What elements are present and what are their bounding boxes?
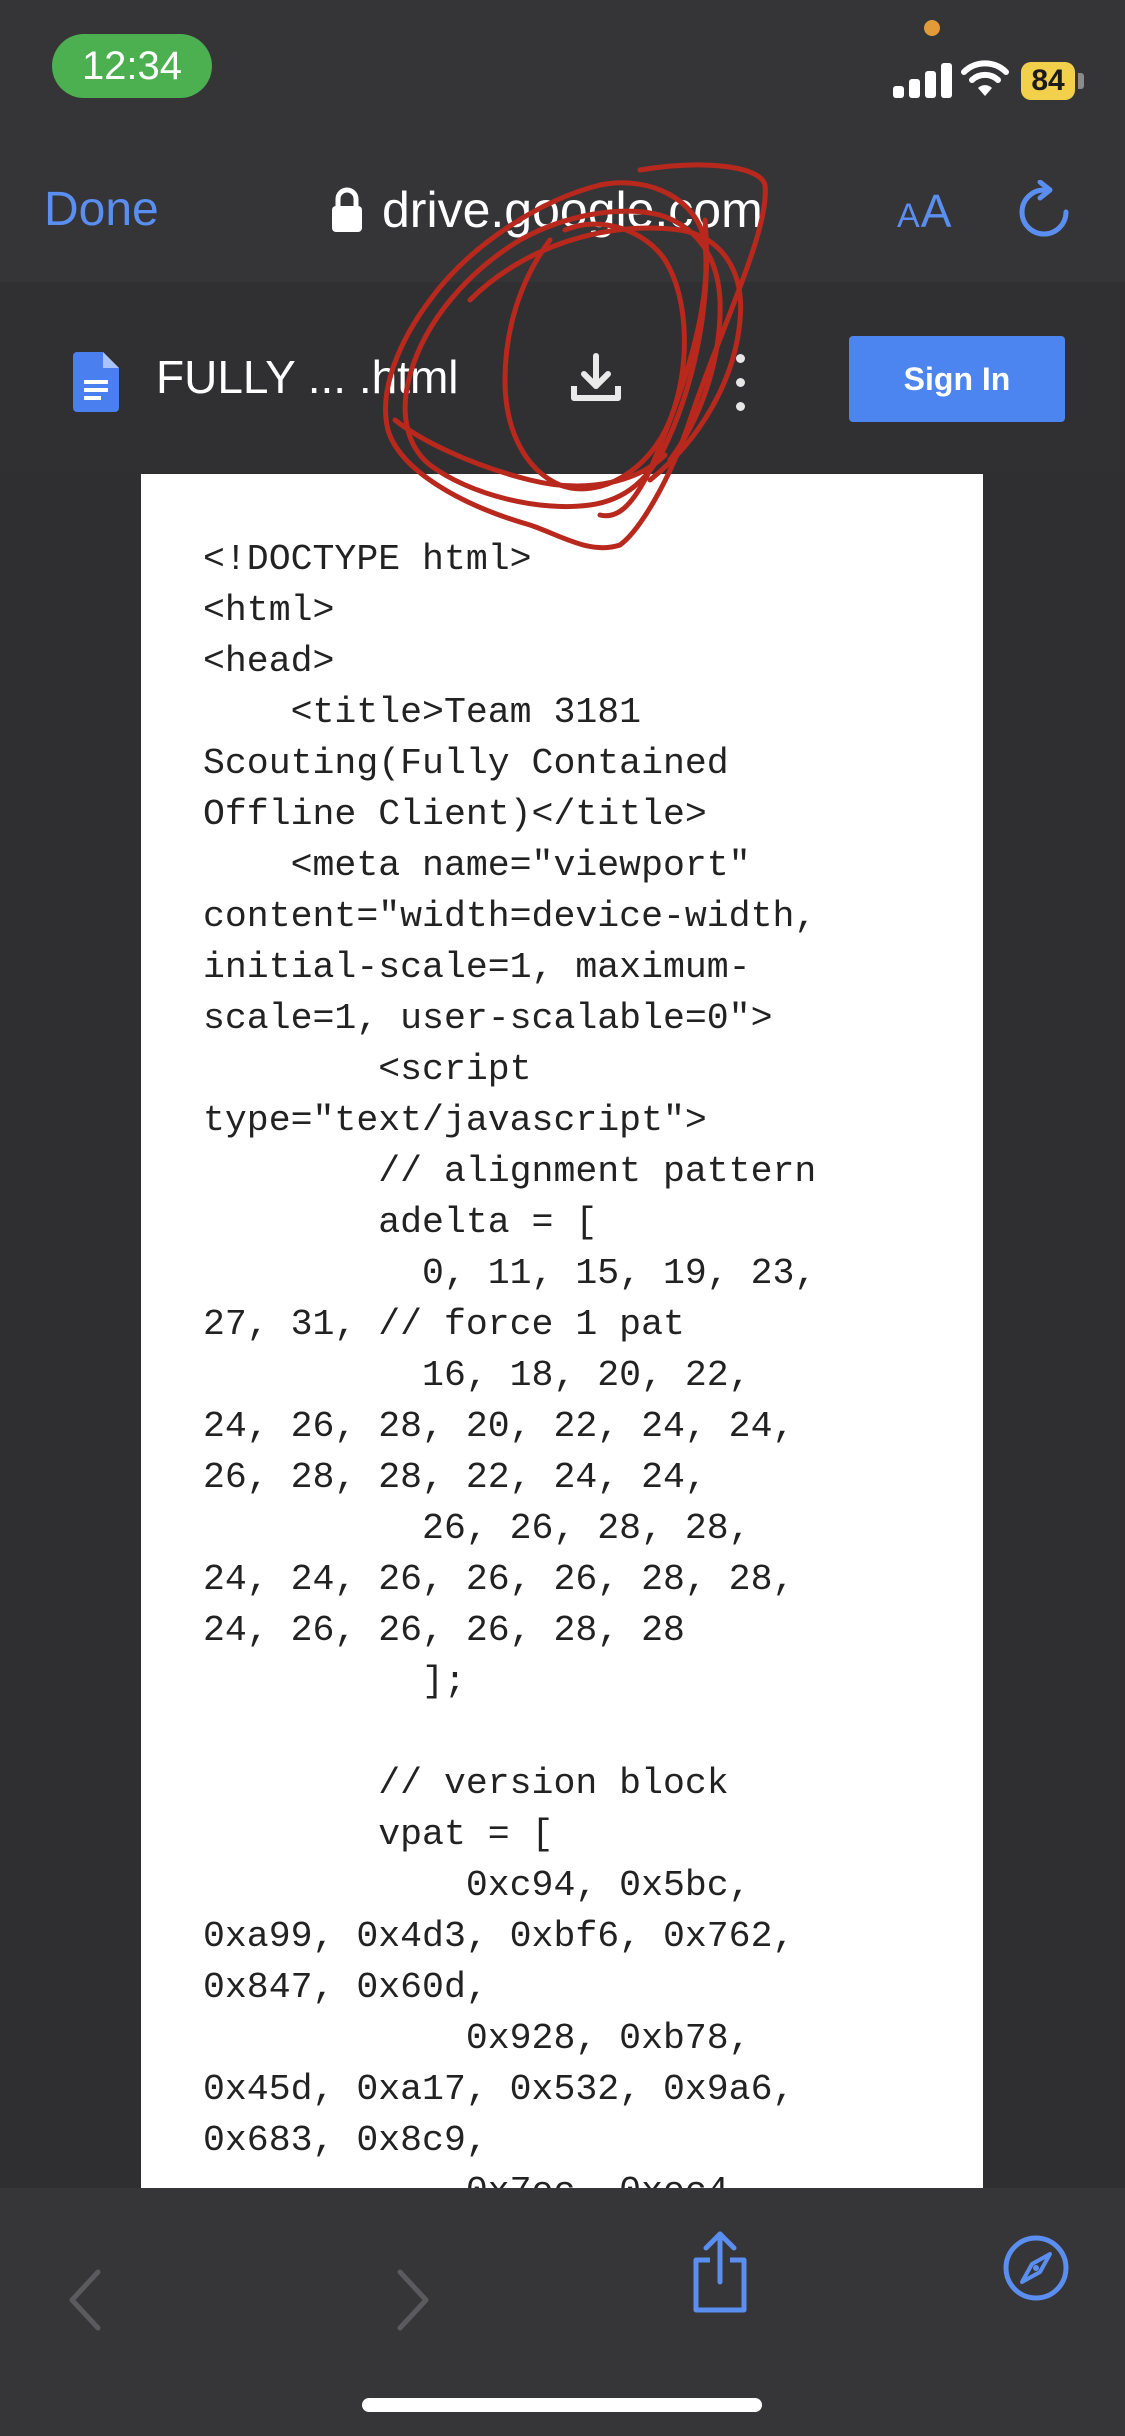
code-line: Offline Client)</title> bbox=[203, 794, 707, 835]
code-line: <title>Team 3181 bbox=[203, 692, 642, 733]
more-vertical-icon[interactable] bbox=[730, 348, 750, 418]
code-line: <meta name="viewport" bbox=[203, 845, 751, 886]
camera-indicator-dot bbox=[924, 20, 940, 36]
code-line: <html> bbox=[203, 590, 335, 631]
download-icon[interactable] bbox=[568, 350, 624, 406]
code-line: 0x683, 0x8c9, bbox=[203, 2120, 488, 2161]
code-line: 26, 28, 28, 22, 24, 24, bbox=[203, 1457, 707, 1498]
text-size-small-label: A bbox=[897, 197, 921, 235]
google-docs-icon bbox=[73, 352, 119, 412]
status-time: 12:34 bbox=[52, 34, 212, 98]
code-line: 0xc94, 0x5bc, bbox=[203, 1865, 751, 1906]
drive-file-header: FULLY ... .html Sign In bbox=[0, 282, 1125, 472]
cellular-signal-icon bbox=[893, 58, 953, 98]
code-line: initial-scale=1, maximum- bbox=[203, 947, 751, 988]
text-size-large-label: A bbox=[920, 185, 953, 237]
done-button[interactable]: Done bbox=[44, 182, 159, 237]
document-code-text: <!DOCTYPE html> <html> <head> <title>Tea… bbox=[203, 534, 816, 2188]
file-name: FULLY ... .html bbox=[156, 351, 459, 403]
code-line: 27, 31, // force 1 pat bbox=[203, 1304, 685, 1345]
battery-indicator: 84 bbox=[1021, 62, 1075, 100]
chevron-right-icon[interactable] bbox=[392, 2268, 432, 2332]
code-line: Scouting(Fully Contained bbox=[203, 743, 729, 784]
code-line: vpat = [ bbox=[203, 1814, 554, 1855]
battery-cap bbox=[1078, 73, 1084, 89]
wifi-icon bbox=[961, 60, 1009, 96]
url-field[interactable]: drive.google.com bbox=[330, 180, 763, 240]
code-line: 24, 26, 28, 20, 22, 24, 24, bbox=[203, 1406, 795, 1447]
code-line: <head> bbox=[203, 641, 335, 682]
code-line: 0x928, 0xb78, bbox=[203, 2018, 751, 2059]
code-line: 24, 24, 26, 26, 26, 28, 28, bbox=[203, 1559, 795, 1600]
share-icon[interactable] bbox=[688, 2230, 752, 2314]
code-line: adelta = [ bbox=[203, 1202, 598, 1243]
text-size-button[interactable]: AA bbox=[897, 184, 952, 238]
code-line: scale=1, user-scalable=0"> bbox=[203, 998, 773, 1039]
code-line: content="width=device-width, bbox=[203, 896, 817, 937]
document-preview: <!DOCTYPE html> <html> <head> <title>Tea… bbox=[141, 474, 983, 2188]
code-line: <!DOCTYPE html> bbox=[203, 539, 532, 580]
reload-icon[interactable] bbox=[1016, 180, 1072, 240]
code-line: 0, 11, 15, 19, 23, bbox=[203, 1253, 817, 1294]
lock-icon bbox=[332, 187, 362, 232]
code-line: <script bbox=[203, 1049, 532, 1090]
code-line: 0x847, 0x60d, bbox=[203, 1967, 488, 2008]
code-line: 0x7ec, 0xec4, bbox=[203, 2171, 751, 2188]
browser-top-bar: Done drive.google.com AA bbox=[0, 130, 1125, 282]
code-line: ]; bbox=[203, 1661, 466, 1702]
code-line: 0x45d, 0xa17, 0x532, 0x9a6, bbox=[203, 2069, 795, 2110]
code-line: type="text/javascript"> bbox=[203, 1100, 707, 1141]
code-line: // alignment pattern bbox=[203, 1151, 817, 1192]
url-text: drive.google.com bbox=[382, 182, 763, 238]
compass-icon[interactable] bbox=[1002, 2234, 1070, 2302]
code-line: 24, 26, 26, 26, 28, 28 bbox=[203, 1610, 685, 1651]
chevron-left-icon[interactable] bbox=[66, 2268, 106, 2332]
sign-in-button[interactable]: Sign In bbox=[849, 336, 1065, 422]
home-indicator[interactable] bbox=[362, 2398, 762, 2412]
code-line: 16, 18, 20, 22, bbox=[203, 1355, 751, 1396]
code-line: 0xa99, 0x4d3, 0xbf6, 0x762, bbox=[203, 1916, 795, 1957]
code-line: // version block bbox=[203, 1763, 729, 1804]
code-line: 26, 26, 28, 28, bbox=[203, 1508, 751, 1549]
status-bar: 12:34 84 bbox=[0, 0, 1125, 130]
